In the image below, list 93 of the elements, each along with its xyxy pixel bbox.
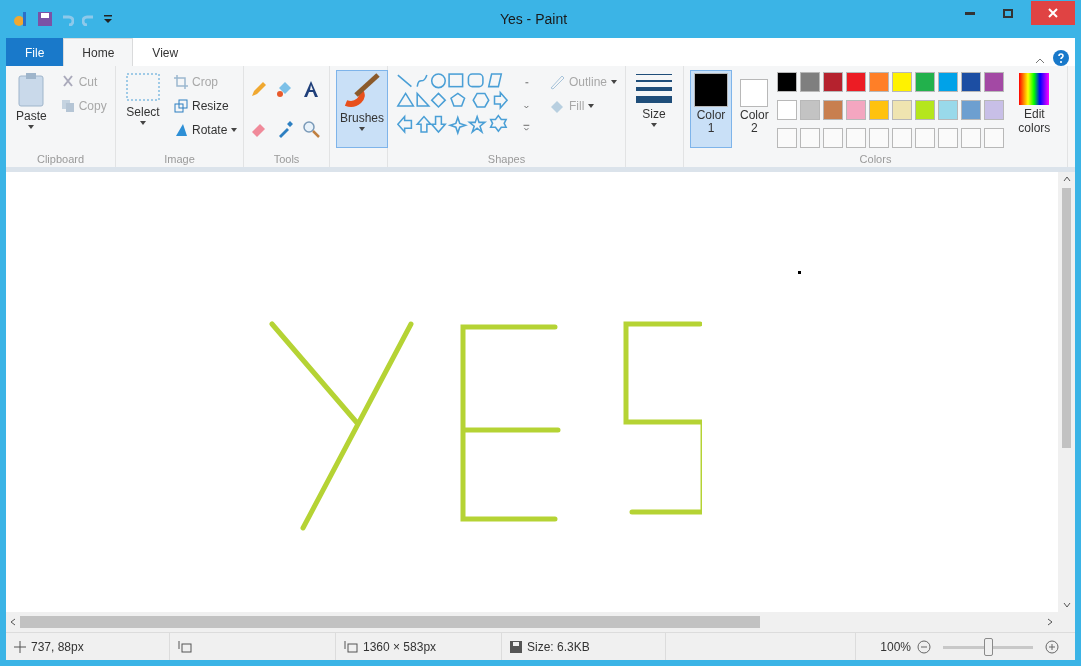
caret-icon bbox=[140, 121, 146, 125]
caret-icon bbox=[588, 104, 595, 108]
ribbon-tab[interactable]: Home bbox=[63, 38, 134, 66]
canvas-size-icon bbox=[344, 640, 358, 653]
scroll-right-icon[interactable] bbox=[1047, 618, 1053, 626]
caret-icon bbox=[651, 123, 657, 127]
zoom-level: 100% bbox=[880, 639, 911, 654]
palette-swatch[interactable] bbox=[891, 100, 912, 120]
empty-swatch[interactable] bbox=[845, 128, 866, 148]
empty-swatch[interactable] bbox=[937, 128, 958, 148]
group-label: Colors bbox=[858, 153, 893, 165]
customize-toolbar-icon bbox=[104, 14, 112, 24]
zoom-out-icon bbox=[917, 639, 931, 654]
palette-swatch[interactable] bbox=[960, 72, 981, 92]
palette-swatch[interactable] bbox=[845, 72, 866, 92]
empty-swatch[interactable] bbox=[822, 128, 843, 148]
scissors-icon bbox=[60, 75, 75, 89]
palette-swatch[interactable] bbox=[868, 72, 889, 92]
cursor-position: 737, 88px bbox=[31, 639, 84, 654]
empty-swatch[interactable] bbox=[983, 128, 1004, 148]
palette-swatch[interactable] bbox=[822, 72, 843, 92]
maximize-icon bbox=[1003, 8, 1013, 18]
zoom-slider-thumb[interactable] bbox=[984, 637, 993, 656]
caret-icon bbox=[611, 80, 617, 84]
palette-swatch[interactable] bbox=[822, 100, 843, 120]
empty-swatch[interactable] bbox=[891, 128, 912, 148]
color-slot-button[interactable]: Color 2 bbox=[736, 70, 773, 148]
text-icon bbox=[301, 80, 320, 98]
scroll-up-icon[interactable] bbox=[1062, 176, 1071, 182]
empty-swatch[interactable] bbox=[868, 128, 889, 148]
palette-swatch[interactable] bbox=[776, 100, 797, 120]
group-label: Clipboard bbox=[35, 153, 86, 165]
rainbow-palette-icon bbox=[1019, 73, 1050, 105]
palette-swatch[interactable] bbox=[845, 100, 866, 120]
save-icon bbox=[38, 12, 52, 26]
outline-brush-icon bbox=[548, 74, 565, 90]
horizontal-scrollbar[interactable] bbox=[6, 612, 1075, 632]
palette-swatch[interactable] bbox=[960, 100, 981, 120]
palette-swatch[interactable] bbox=[937, 100, 958, 120]
group-label: Tools bbox=[272, 153, 301, 165]
palette-swatch[interactable] bbox=[799, 72, 820, 92]
zoom-in-icon bbox=[1045, 639, 1059, 654]
brush-icon bbox=[342, 73, 382, 109]
edit-colors-button[interactable]: Edit colors bbox=[1007, 70, 1061, 148]
select-button[interactable]: Select bbox=[122, 70, 164, 148]
palette-swatch[interactable] bbox=[914, 72, 935, 92]
caret-icon bbox=[359, 127, 365, 131]
clipboard-icon bbox=[18, 73, 45, 107]
group-label: Shapes bbox=[486, 153, 527, 165]
empty-swatch[interactable] bbox=[960, 128, 981, 148]
selection-size-icon bbox=[178, 640, 192, 653]
vertical-scrollbar[interactable] bbox=[1058, 172, 1075, 612]
rotate-icon bbox=[174, 123, 188, 137]
minimize-icon bbox=[965, 11, 975, 15]
scroll-left-icon[interactable] bbox=[10, 618, 16, 626]
caret-icon bbox=[28, 125, 35, 129]
paste-button[interactable]: Paste bbox=[12, 70, 51, 148]
palette-swatch[interactable] bbox=[799, 100, 820, 120]
palette-swatch[interactable] bbox=[891, 72, 912, 92]
palette-swatch[interactable] bbox=[983, 72, 1004, 92]
scroll-down-icon[interactable] bbox=[1062, 602, 1071, 608]
palette-swatch[interactable] bbox=[776, 72, 797, 92]
dashed-selection-icon bbox=[126, 73, 160, 103]
resize-icon bbox=[174, 99, 188, 113]
dot-drawing bbox=[798, 271, 801, 274]
palette-swatch[interactable] bbox=[914, 100, 935, 120]
brushes-button[interactable]: Brushes bbox=[336, 70, 389, 148]
empty-swatch[interactable] bbox=[799, 128, 820, 148]
size-button[interactable]: Size bbox=[632, 70, 676, 148]
image-action[interactable]: Rotate bbox=[172, 118, 240, 142]
file-menu-tab[interactable]: File bbox=[6, 38, 64, 66]
copy-icon bbox=[60, 99, 75, 113]
palette-swatch[interactable] bbox=[937, 72, 958, 92]
line-sizes-icon bbox=[636, 73, 672, 105]
group-label: Image bbox=[163, 153, 196, 165]
image-action[interactable]: Resize bbox=[172, 94, 240, 118]
move-cursor-icon bbox=[14, 640, 26, 653]
crop-icon bbox=[174, 75, 188, 89]
empty-swatch[interactable] bbox=[776, 128, 797, 148]
close-icon bbox=[1048, 8, 1058, 18]
close-button[interactable] bbox=[1031, 1, 1075, 25]
pencil-icon bbox=[249, 80, 268, 98]
empty-swatch[interactable] bbox=[914, 128, 935, 148]
caret-icon bbox=[231, 128, 238, 132]
magnifier-icon bbox=[301, 119, 320, 138]
color-slot-button[interactable]: Color 1 bbox=[690, 70, 732, 148]
file-size: Size: 6.3KB bbox=[527, 639, 590, 654]
window-title: Yes - Paint bbox=[498, 11, 569, 27]
save-icon bbox=[510, 640, 522, 653]
palette-swatch[interactable] bbox=[868, 100, 889, 120]
canvas-size: 1360 × 583px bbox=[363, 639, 437, 654]
palette-swatch[interactable] bbox=[983, 100, 1004, 120]
collapse-ribbon-icon bbox=[1035, 56, 1045, 66]
